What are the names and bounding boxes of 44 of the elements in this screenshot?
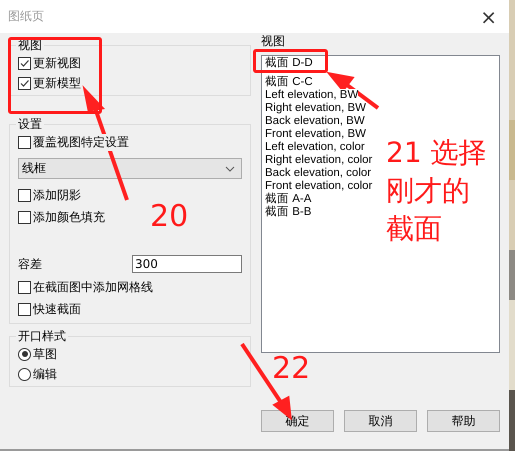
style-dropdown[interactable]: 线框	[18, 158, 242, 179]
annotation-number: 22	[272, 354, 310, 384]
checkbox-label: 添加阴影	[33, 186, 81, 204]
checkbox[interactable]	[18, 56, 31, 70]
list-title: 视图	[261, 35, 285, 48]
list-item[interactable]: 截面 A-A	[265, 193, 312, 206]
checkbox[interactable]	[18, 280, 31, 294]
list-item[interactable]: Front elevation, BW	[265, 128, 366, 141]
radio-button[interactable]	[18, 368, 31, 380]
radio-label: 编辑	[33, 366, 57, 382]
list-item[interactable]: Left elevation, color	[265, 141, 365, 154]
radio-label: 草图	[33, 346, 57, 362]
checkbox[interactable]	[18, 302, 31, 316]
checkbox-label: 在截面图中添加网格线	[33, 278, 153, 296]
list-item[interactable]: Back elevation, color	[265, 167, 372, 180]
dialog-button[interactable]: 确定	[261, 410, 334, 432]
radio-button[interactable]	[18, 348, 31, 360]
list-item[interactable]: Left elevation, BW	[265, 89, 358, 102]
checkbox-label: 更新模型	[33, 74, 81, 92]
list-item[interactable]: Front elevation, color	[265, 180, 372, 193]
list-item[interactable]: Right elevation, color	[265, 154, 372, 167]
checkbox-label: 快速截面	[33, 300, 81, 318]
list-item[interactable]: 截面 D-D	[265, 57, 313, 70]
tolerance-label: 容差	[18, 256, 42, 272]
window-title: 图纸页	[8, 8, 44, 25]
checkbox-label: 更新视图	[33, 54, 81, 72]
close-button[interactable]: ×	[476, 4, 501, 28]
chevron-down-icon	[225, 166, 235, 172]
checkbox[interactable]	[18, 210, 31, 224]
list-item[interactable]: 截面 B-B	[265, 206, 312, 219]
list-item[interactable]: Right elevation, BW	[265, 102, 366, 115]
checkbox[interactable]	[18, 188, 31, 202]
annotation-note: 21 选择刚才的截面	[386, 135, 488, 247]
annotation-number: 20	[150, 202, 188, 232]
list-item[interactable]: 截面 C-C	[265, 76, 313, 89]
dialog-button[interactable]: 帮助	[427, 410, 500, 432]
group-title: 开口样式	[16, 328, 68, 345]
checkbox-label: 覆盖视图特定设置	[33, 134, 129, 150]
checkbox[interactable]	[18, 136, 31, 148]
tolerance-field[interactable]: 300	[132, 255, 242, 273]
dialog-button[interactable]: 取消	[344, 410, 417, 432]
checkbox[interactable]	[18, 76, 31, 90]
list-item[interactable]: Back elevation, BW	[265, 115, 365, 128]
checkbox-label: 添加颜色填充	[33, 208, 105, 226]
